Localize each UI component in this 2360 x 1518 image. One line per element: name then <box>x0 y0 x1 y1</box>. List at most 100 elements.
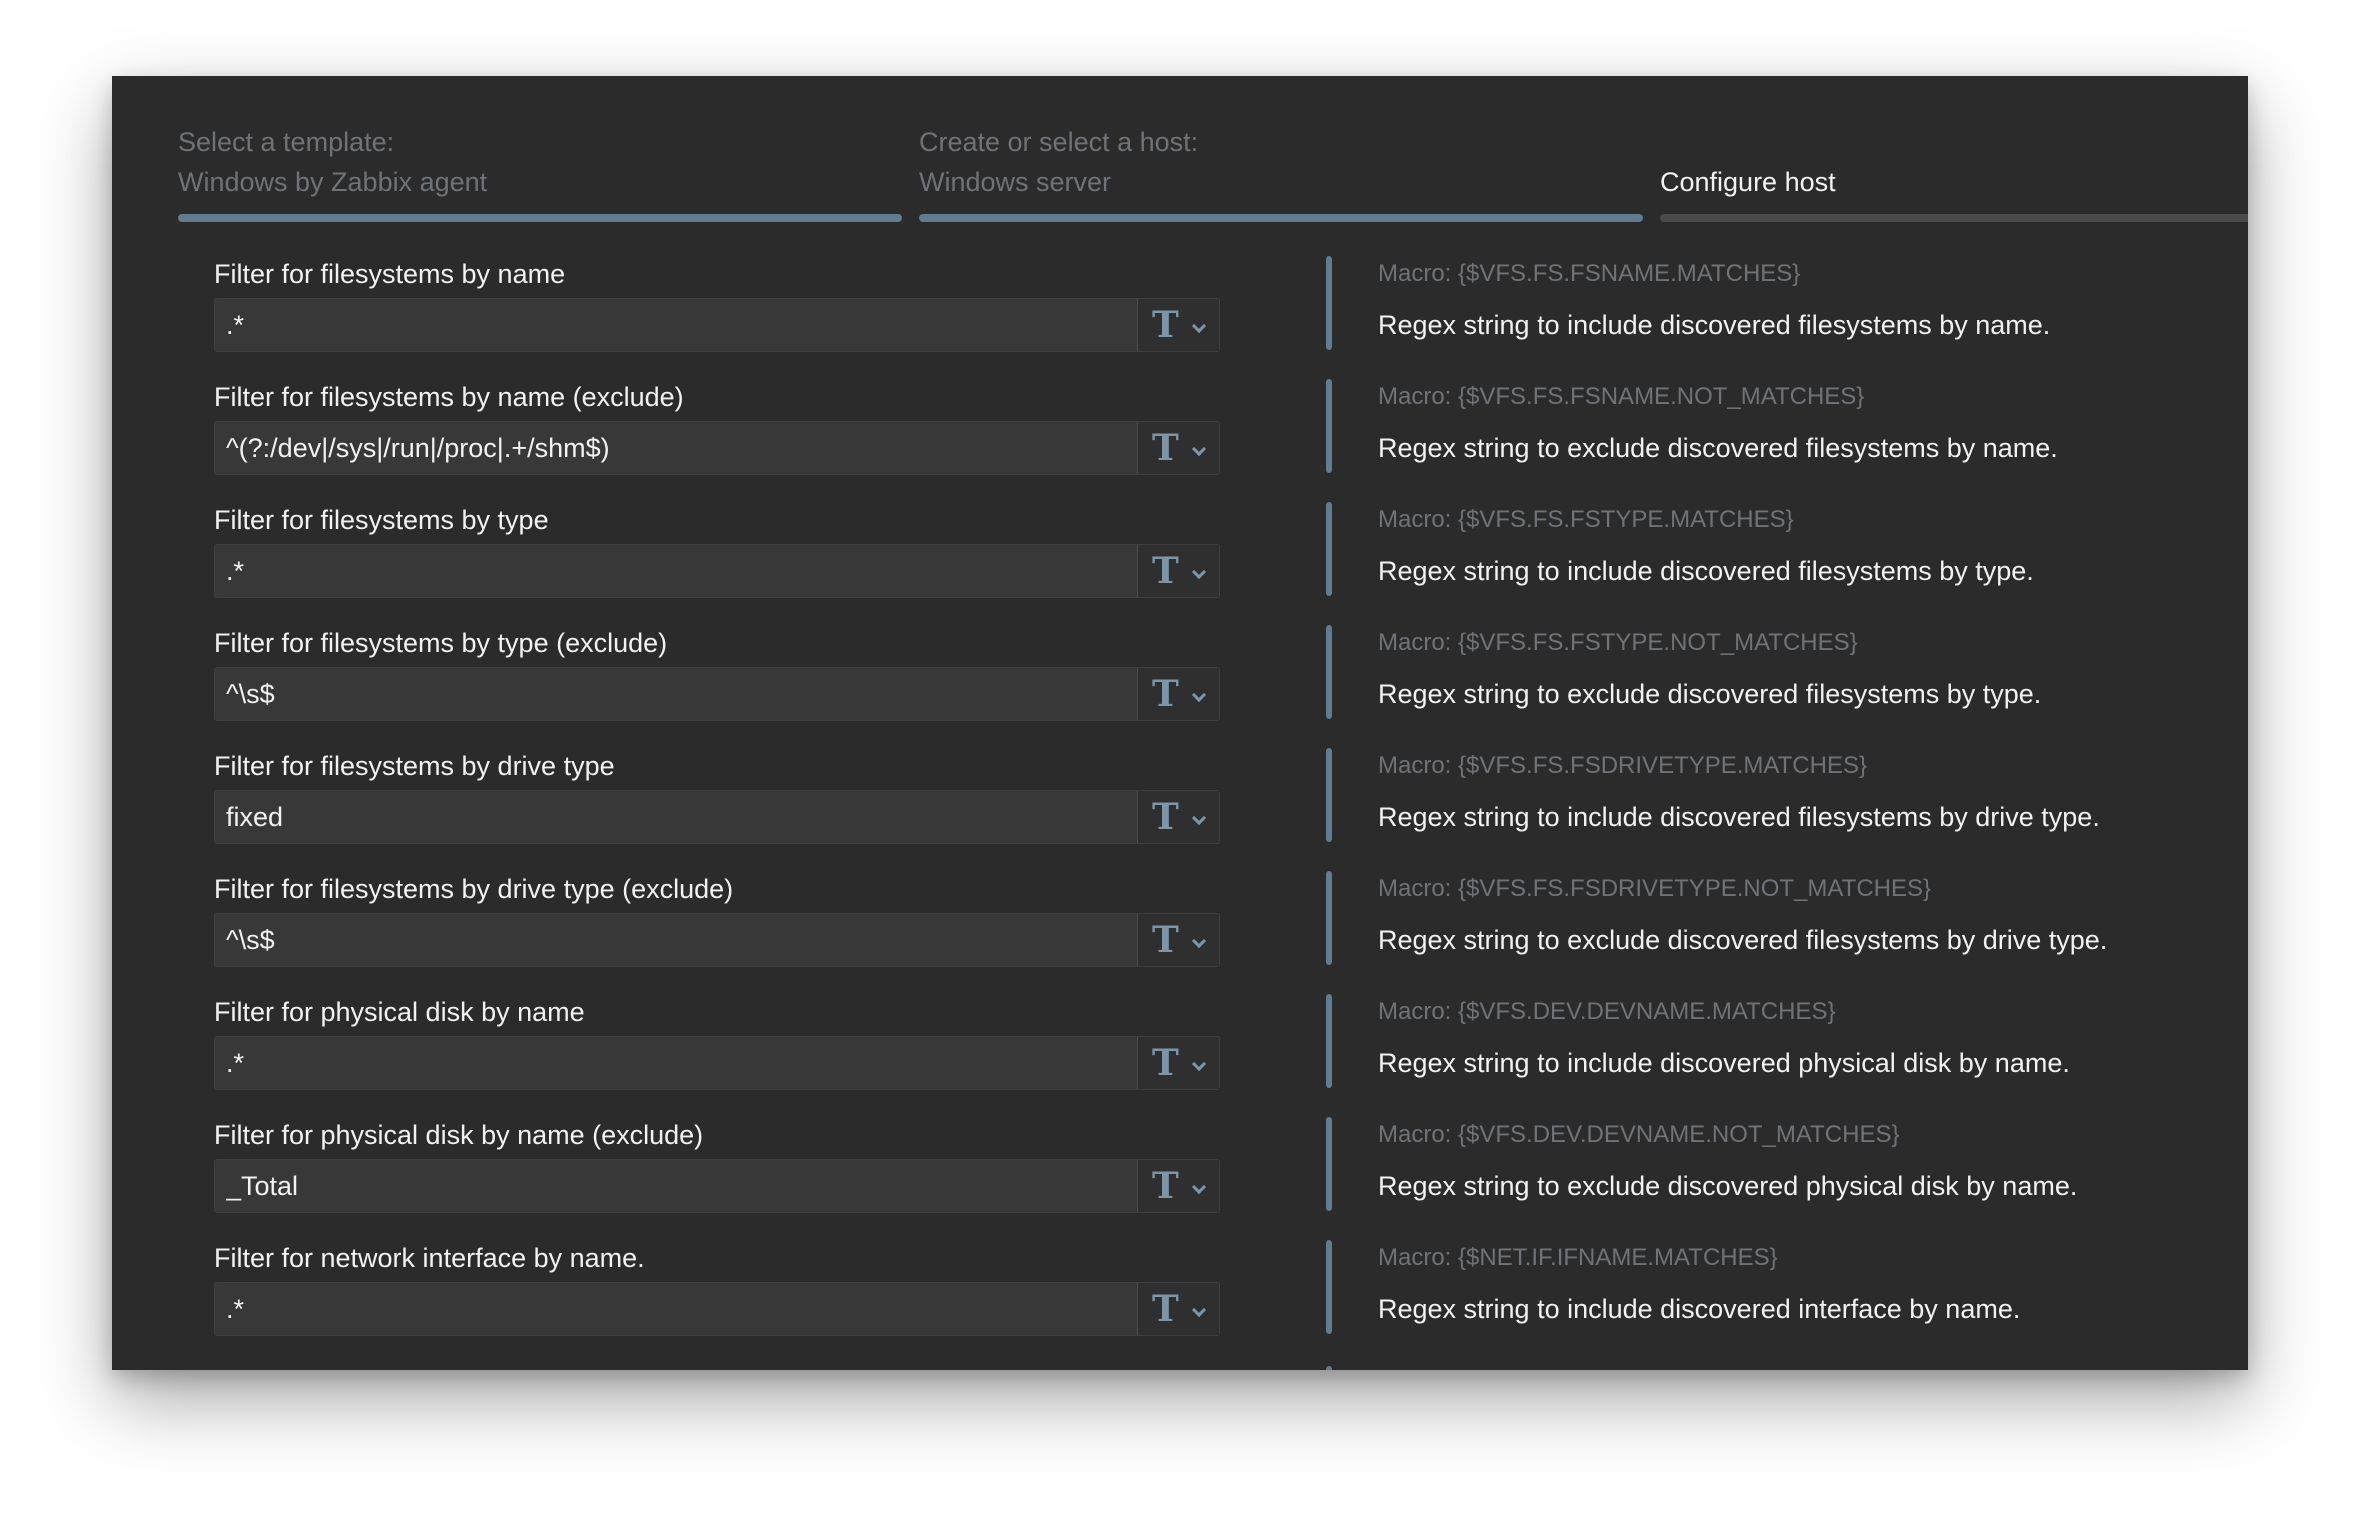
macro-name: Macro: {$VFS.FS.FSNAME.NOT_MATCHES} <box>1378 383 1865 410</box>
field-label: Filter for physical disk by name <box>214 997 585 1027</box>
macro-row: Filter for physical disk by name T Macro… <box>112 994 2248 1117</box>
macro-row: Filter for filesystems by drive type (ex… <box>112 871 2248 994</box>
description-divider <box>1326 502 1332 596</box>
field-label: Filter for filesystems by drive type (ex… <box>214 874 734 904</box>
macro-name: Macro: {$NET.IF.IFNAME.MATCHES} <box>1378 1244 1778 1271</box>
description-divider <box>1326 379 1332 473</box>
description-divider <box>1326 625 1332 719</box>
macro-type-dropdown[interactable]: T <box>1137 668 1219 720</box>
text-type-icon: T <box>1152 550 1179 592</box>
text-type-icon: T <box>1152 427 1179 469</box>
macro-value-input[interactable] <box>215 914 1135 966</box>
chevron-down-icon <box>1191 1056 1207 1072</box>
macro-row: Filter for filesystems by type T Macro: … <box>112 502 2248 625</box>
macro-type-dropdown[interactable]: T <box>1137 791 1219 843</box>
macro-input-group: T <box>214 1282 1220 1336</box>
macro-type-dropdown[interactable]: T <box>1137 1037 1219 1089</box>
macro-description: Regex string to include discovered files… <box>1378 310 2051 340</box>
macro-description: Regex string to include discovered files… <box>1378 556 2034 586</box>
macro-row: Filter for filesystems by type (exclude)… <box>112 625 2248 748</box>
chevron-down-icon <box>1191 1302 1207 1318</box>
macro-type-dropdown[interactable]: T <box>1137 914 1219 966</box>
macro-input-group: T <box>214 421 1220 475</box>
macro-input-group: T <box>214 544 1220 598</box>
chevron-down-icon <box>1191 441 1207 457</box>
step-progress-bar <box>919 214 1643 222</box>
field-label: Filter for network interface by name. <box>214 1243 645 1273</box>
step-label: Create or select a host: <box>919 127 1199 157</box>
macro-input-group: T <box>214 913 1220 967</box>
text-type-icon: T <box>1152 796 1179 838</box>
macro-row: Filter for network interface by name. T … <box>112 1240 2248 1363</box>
step-value: Windows server <box>919 167 1112 197</box>
chevron-down-icon <box>1191 687 1207 703</box>
macro-type-dropdown[interactable]: T <box>1137 1160 1219 1212</box>
step-progress-bar <box>1660 214 2248 222</box>
macro-value-input[interactable] <box>215 1160 1135 1212</box>
macro-name: Macro: {$VFS.DEV.DEVNAME.NOT_MATCHES} <box>1378 1121 1900 1148</box>
text-type-icon: T <box>1152 1165 1179 1207</box>
macro-row: Filter for filesystems by name (exclude)… <box>112 379 2248 502</box>
macro-value-input[interactable] <box>215 299 1135 351</box>
field-label: Filter for filesystems by drive type <box>214 751 615 781</box>
chevron-down-icon <box>1191 810 1207 826</box>
macro-row: Filter for filesystems by drive type T M… <box>112 748 2248 871</box>
macro-description: Regex string to exclude discovered files… <box>1378 925 2108 955</box>
step-progress-bar <box>178 214 902 222</box>
step-select-host[interactable]: Create or select a host: Windows server <box>919 122 1643 222</box>
macro-row: Filter for filesystems by name T Macro: … <box>112 256 2248 379</box>
macro-value-input[interactable] <box>215 791 1135 843</box>
macro-name: Macro: {$VFS.FS.FSNAME.MATCHES} <box>1378 260 1801 287</box>
text-type-icon: T <box>1152 673 1179 715</box>
step-value: Configure host <box>1660 167 1836 197</box>
macro-value-input[interactable] <box>215 1283 1135 1335</box>
field-label: Filter for physical disk by name (exclud… <box>214 1120 704 1150</box>
field-label: Filter for filesystems by type (exclude) <box>214 628 668 658</box>
wizard-stepper: Select a template: Windows by Zabbix age… <box>178 122 2248 222</box>
text-type-icon: T <box>1152 1042 1179 1084</box>
macro-name: Macro: {$VFS.FS.FSTYPE.MATCHES} <box>1378 506 1794 533</box>
step-configure-host[interactable]: Configure host <box>1660 122 2248 222</box>
host-wizard-dialog: Select a template: Windows by Zabbix age… <box>112 76 2248 1370</box>
macro-description: Regex string to exclude discovered files… <box>1378 679 2042 709</box>
description-divider <box>1326 1240 1332 1334</box>
text-type-icon: T <box>1152 919 1179 961</box>
macro-description: Regex string to include discovered physi… <box>1378 1048 2070 1078</box>
macro-description: Regex string to include discovered inter… <box>1378 1294 2021 1324</box>
macro-input-group: T <box>214 667 1220 721</box>
macro-input-group: T <box>214 298 1220 352</box>
macro-description: Regex string to include discovered files… <box>1378 802 2100 832</box>
macro-value-input[interactable] <box>215 668 1135 720</box>
macro-input-group: T <box>214 790 1220 844</box>
macro-description: Regex string to exclude discovered physi… <box>1378 1171 2078 1201</box>
text-type-icon: T <box>1152 1288 1179 1330</box>
macro-type-dropdown[interactable]: T <box>1137 545 1219 597</box>
macro-description: Regex string to exclude discovered files… <box>1378 433 2058 463</box>
field-label: Filter for filesystems by type <box>214 505 549 535</box>
macro-type-dropdown[interactable]: T <box>1137 1283 1219 1335</box>
field-label: Filter for filesystems by name <box>214 259 566 289</box>
description-divider <box>1326 994 1332 1088</box>
macro-type-dropdown[interactable]: T <box>1137 422 1219 474</box>
macro-name: Macro: {$VFS.FS.FSDRIVETYPE.MATCHES} <box>1378 752 1867 779</box>
step-value: Windows by Zabbix agent <box>178 167 488 197</box>
macro-input-group: T <box>214 1036 1220 1090</box>
field-label: Filter for filesystems by name (exclude) <box>214 382 684 412</box>
chevron-down-icon <box>1191 1179 1207 1195</box>
description-divider <box>1326 1117 1332 1211</box>
description-divider <box>1326 256 1332 350</box>
step-label: Select a template: <box>178 127 395 157</box>
macro-value-input[interactable] <box>215 545 1135 597</box>
chevron-down-icon <box>1191 933 1207 949</box>
description-divider <box>1326 871 1332 965</box>
text-type-icon: T <box>1152 304 1179 346</box>
macro-row: Filter for physical disk by name (exclud… <box>112 1117 2248 1240</box>
macro-name: Macro: {$VFS.FS.FSDRIVETYPE.NOT_MATCHES} <box>1378 875 1932 902</box>
macro-type-dropdown[interactable]: T <box>1137 299 1219 351</box>
chevron-down-icon <box>1191 564 1207 580</box>
macro-name: Macro: {$VFS.FS.FSTYPE.NOT_MATCHES} <box>1378 629 1858 656</box>
macro-value-input[interactable] <box>215 422 1135 474</box>
step-select-template[interactable]: Select a template: Windows by Zabbix age… <box>178 122 902 222</box>
macro-value-input[interactable] <box>215 1037 1135 1089</box>
macro-name: Macro: {$VFS.DEV.DEVNAME.MATCHES} <box>1378 998 1836 1025</box>
